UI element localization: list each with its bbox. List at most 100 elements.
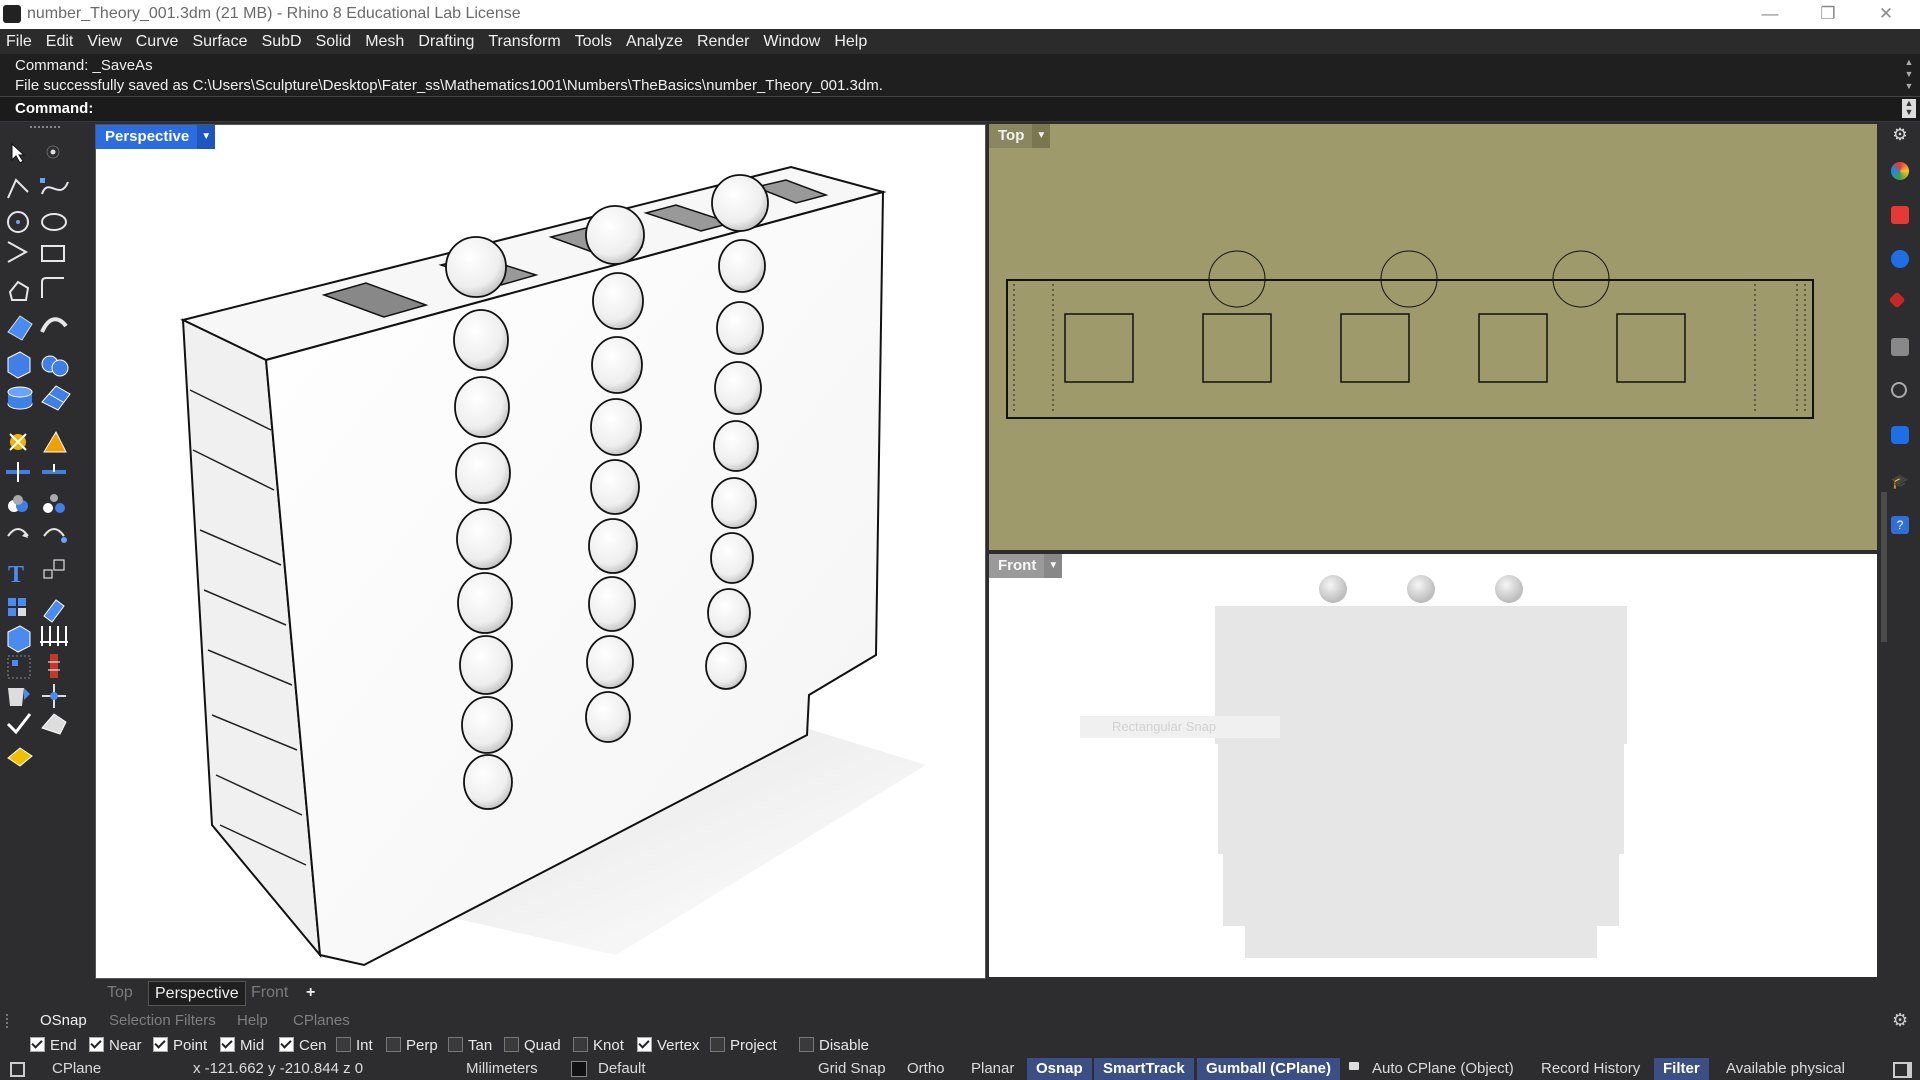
menu-window[interactable]: Window: [756, 29, 827, 54]
menu-render[interactable]: Render: [690, 29, 756, 54]
properties-panel-icon[interactable]: [1891, 162, 1909, 180]
osnap-project[interactable]: Project: [710, 1037, 777, 1054]
filter-toggle[interactable]: Filter: [1654, 1058, 1709, 1080]
tab-top[interactable]: Top: [101, 981, 139, 1004]
render-icon: [7, 747, 33, 767]
osnap-quad[interactable]: Quad: [504, 1037, 561, 1054]
arc-icon: [7, 241, 29, 263]
osnap-cen[interactable]: Cen: [279, 1037, 327, 1054]
osnap-near[interactable]: Near: [89, 1037, 142, 1054]
grid-snap-toggle[interactable]: Grid Snap: [818, 1060, 886, 1077]
add-viewport-button[interactable]: +: [300, 981, 321, 1004]
checkbox-icon: [220, 1037, 235, 1052]
command-history-toggle[interactable]: ▲ ▼: [1902, 99, 1916, 118]
help-panel-icon[interactable]: [1891, 426, 1909, 444]
panel-toggle-icon[interactable]: [1893, 1062, 1912, 1078]
menu-transform[interactable]: Transform: [481, 29, 567, 54]
osnap-mid[interactable]: Mid: [220, 1037, 264, 1054]
menu-help[interactable]: Help: [827, 29, 874, 54]
menu-edit[interactable]: Edit: [39, 29, 81, 54]
record-history-toggle[interactable]: Record History: [1541, 1060, 1640, 1077]
top-viewport[interactable]: Top ▼: [989, 124, 1877, 550]
osnap-knot[interactable]: Knot: [573, 1037, 624, 1054]
osnap-int[interactable]: Int: [336, 1037, 373, 1054]
osnap-toggle[interactable]: Osnap: [1027, 1058, 1092, 1080]
window-icon[interactable]: [10, 1062, 25, 1077]
panel-grip[interactable]: [6, 1014, 16, 1028]
osnap-label: Tan: [468, 1037, 493, 1054]
chevron-down-icon[interactable]: ▼: [197, 125, 216, 149]
cplane-indicator[interactable]: CPlane: [52, 1060, 101, 1077]
chevron-down-icon[interactable]: ▼: [1032, 124, 1051, 148]
viewport-label-top[interactable]: Top ▼: [989, 124, 1051, 148]
layout-icon: [7, 655, 31, 679]
command-history-line: Command: _SaveAs: [15, 57, 153, 74]
explode-icon: [9, 433, 27, 451]
viewport-label-front[interactable]: Front ▼: [989, 554, 1063, 578]
chevron-down-icon[interactable]: ▼: [1044, 554, 1063, 578]
menu-file[interactable]: File: [0, 29, 39, 54]
command-line[interactable]: Command: ▲ ▼: [0, 96, 1920, 122]
planar-toggle[interactable]: Planar: [971, 1060, 1014, 1077]
current-layer[interactable]: Default: [598, 1060, 646, 1077]
render-panel-icon[interactable]: [1888, 291, 1906, 309]
panel-scrollbar[interactable]: [1881, 492, 1887, 642]
layer-color-swatch[interactable]: [571, 1061, 587, 1077]
cylinder-icon: [7, 386, 33, 410]
tab-cplanes[interactable]: CPlanes: [293, 1012, 350, 1029]
layers-panel-icon[interactable]: [1891, 206, 1909, 224]
coordinate-readout: x -121.662 y -210.844 z 0: [193, 1060, 364, 1077]
learn-icon[interactable]: 🎓: [1891, 472, 1909, 490]
close-icon[interactable]: ✕: [1858, 0, 1914, 29]
help-icon[interactable]: ?: [1891, 516, 1909, 534]
gear-icon[interactable]: ⚙: [1891, 126, 1909, 144]
grid-icon: [40, 626, 68, 646]
left-toolbar: T: [0, 122, 92, 978]
rhino-app-icon: [3, 5, 21, 23]
osnap-vertex[interactable]: Vertex: [637, 1037, 700, 1054]
front-viewport[interactable]: Rectangular Snap Front ▼: [989, 554, 1877, 977]
viewport-label-perspective[interactable]: Perspective ▼: [96, 125, 216, 149]
tab-perspective[interactable]: Perspective: [148, 981, 246, 1006]
check-icon: [6, 713, 32, 735]
ellipse-icon: [41, 213, 67, 231]
units-indicator[interactable]: Millimeters: [466, 1060, 538, 1077]
rotate3d-icon: [43, 528, 67, 543]
menu-solid[interactable]: Solid: [309, 29, 359, 54]
perspective-viewport[interactable]: Perspective ▼: [95, 124, 986, 979]
restore-icon[interactable]: ❐: [1800, 0, 1856, 29]
tab-selection-filters[interactable]: Selection Filters: [109, 1012, 216, 1029]
minimize-icon[interactable]: —: [1742, 0, 1798, 29]
menu-analyze[interactable]: Analyze: [619, 29, 690, 54]
menu-drafting[interactable]: Drafting: [411, 29, 481, 54]
text-icon: T: [8, 562, 24, 588]
osnap-tan[interactable]: Tan: [448, 1037, 492, 1054]
menu-surface[interactable]: Surface: [185, 29, 254, 54]
tab-osnap[interactable]: OSnap: [40, 1012, 87, 1029]
checkbox-icon: [386, 1037, 401, 1052]
osnap-label: Mid: [240, 1037, 265, 1054]
osnap-end[interactable]: End: [30, 1037, 77, 1054]
checkbox-icon: [799, 1037, 814, 1052]
memory-indicator[interactable]: Available physical: [1726, 1060, 1845, 1077]
ortho-toggle[interactable]: Ortho: [907, 1060, 945, 1077]
tab-help[interactable]: Help: [237, 1012, 268, 1029]
checkbox-icon: [448, 1037, 463, 1052]
history-scrollbar[interactable]: ▲ ▼ ▼: [1902, 56, 1916, 92]
gumball-toggle[interactable]: Gumball (CPlane): [1197, 1058, 1341, 1080]
menu-mesh[interactable]: Mesh: [358, 29, 411, 54]
auto-cplane-toggle[interactable]: Auto CPlane (Object): [1372, 1060, 1514, 1077]
menu-tools[interactable]: Tools: [568, 29, 619, 54]
osnap-disable[interactable]: Disable: [799, 1037, 869, 1054]
materials-panel-icon[interactable]: [1891, 250, 1909, 268]
named-views-icon[interactable]: [1891, 382, 1907, 398]
menu-curve[interactable]: Curve: [129, 29, 186, 54]
gear-icon[interactable]: ⚙: [1892, 1010, 1908, 1031]
smarttrack-toggle[interactable]: SmartTrack: [1094, 1058, 1194, 1080]
menu-subd[interactable]: SubD: [255, 29, 309, 54]
osnap-perp[interactable]: Perp: [386, 1037, 438, 1054]
tab-front[interactable]: Front: [245, 981, 294, 1004]
menu-view[interactable]: View: [80, 29, 128, 54]
display-panel-icon[interactable]: [1891, 338, 1909, 356]
osnap-point[interactable]: Point: [153, 1037, 207, 1054]
